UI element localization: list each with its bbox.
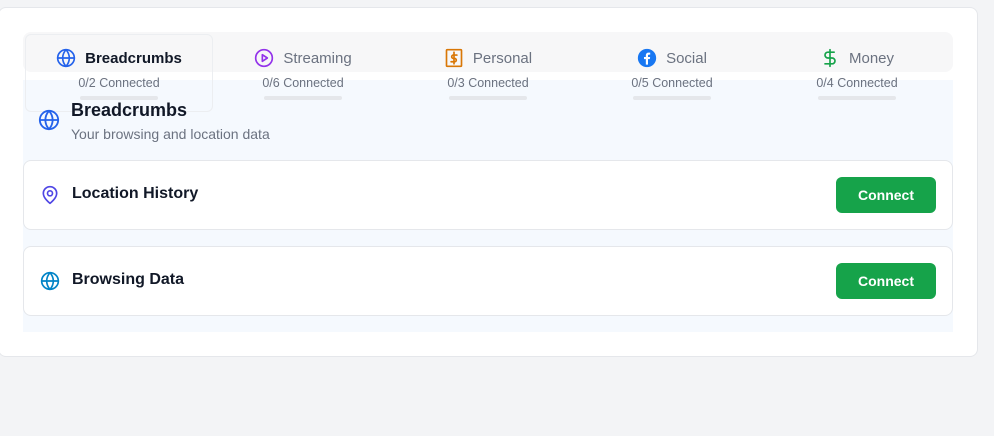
tab-money[interactable]: Money 0/4 Connected xyxy=(767,46,947,102)
tab-social[interactable]: Social 0/5 Connected xyxy=(582,46,762,102)
tab-breadcrumbs[interactable]: Breadcrumbs 0/2 Connected xyxy=(29,46,209,102)
tab-status: 0/5 Connected xyxy=(631,76,713,90)
globe-icon xyxy=(56,48,76,68)
dollar-icon xyxy=(820,48,840,68)
tab-progress-bar xyxy=(449,96,527,100)
tab-streaming[interactable]: Streaming 0/6 Connected xyxy=(213,46,393,102)
connect-button[interactable]: Connect xyxy=(836,263,936,299)
tab-label: Breadcrumbs xyxy=(85,49,182,67)
play-icon xyxy=(254,48,274,68)
tab-status: 0/2 Connected xyxy=(78,76,160,90)
tab-label: Money xyxy=(848,49,895,67)
list-item-location-history: Location History Connect xyxy=(23,160,953,230)
connect-button[interactable]: Connect xyxy=(836,177,936,213)
list-item-browsing-data: Browsing Data Connect xyxy=(23,246,953,316)
section-subtitle: Your browsing and location data xyxy=(71,126,270,142)
tab-status: 0/3 Connected xyxy=(447,76,529,90)
tab-progress-bar xyxy=(818,96,896,100)
tab-status: 0/4 Connected xyxy=(816,76,898,90)
tab-label: Streaming xyxy=(283,49,352,67)
facebook-icon xyxy=(637,48,657,68)
tab-status: 0/6 Connected xyxy=(262,76,344,90)
globe-icon xyxy=(40,271,60,291)
tab-personal[interactable]: Personal 0/3 Connected xyxy=(398,46,578,102)
tab-label: Personal xyxy=(472,49,533,67)
item-label: Browsing Data xyxy=(72,271,185,288)
globe-icon xyxy=(38,109,60,131)
dollar-square-icon xyxy=(444,48,464,68)
tab-progress-bar xyxy=(264,96,342,100)
item-label: Location History xyxy=(72,185,199,202)
tab-label: Social xyxy=(666,49,707,67)
map-pin-icon xyxy=(40,185,60,205)
section-title: Breadcrumbs xyxy=(71,100,188,120)
tab-progress-bar xyxy=(633,96,711,100)
